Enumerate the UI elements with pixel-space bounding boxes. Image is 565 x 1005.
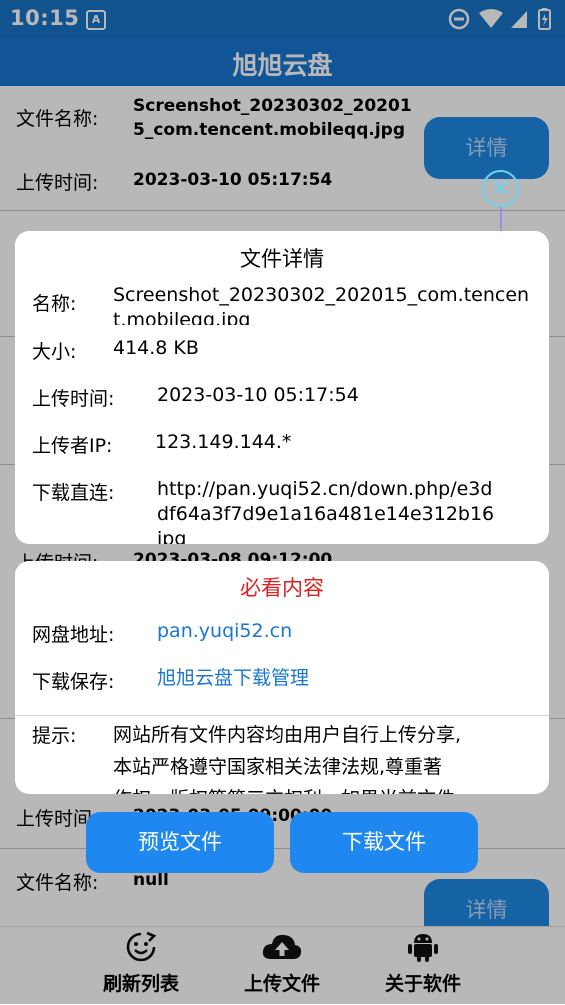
detail-name-label: 名称: [32, 293, 77, 315]
tip-line1: 网站所有文件内容均由用户自行上传分享, [113, 724, 462, 746]
notice-card: 必看内容 网盘地址: pan.yuqi52.cn 下载保存: 旭旭云盘下载管理 … [15, 561, 549, 794]
direct-link-line2: df64a3f7d9e1a16a481e14e312b16 [157, 503, 495, 525]
detail-name-line1: Screenshot_20230302_202015_com.tencen [113, 284, 530, 306]
detail-uploader-ip-label: 上传者IP: [32, 435, 113, 457]
tip-line2: 本站严格遵守国家相关法律法规,尊重著 [113, 756, 443, 778]
file-detail-title: 文件详情 [240, 247, 324, 271]
notice-divider [15, 715, 549, 716]
detail-name-line2: t.mobileqq.jpg [113, 309, 251, 325]
tip-line3: 作权、版权等第三方权利。如果当前文件 [113, 783, 543, 794]
detail-upload-time-value: 2023-03-10 05:17:54 [157, 384, 359, 406]
detail-size-label: 大小: [32, 341, 77, 363]
download-file-button[interactable]: 下载文件 [290, 812, 478, 873]
notice-site-link[interactable]: pan.yuqi52.cn [157, 619, 292, 644]
notice-tip-text: 网站所有文件内容均由用户自行上传分享, 本站严格遵守国家相关法律法规,尊重著 作… [113, 719, 543, 794]
close-button[interactable]: ✕ [482, 170, 519, 207]
notice-title: 必看内容 [240, 576, 324, 600]
detail-name-value: Screenshot_20230302_202015_com.tencen t.… [113, 283, 549, 325]
detail-uploader-ip-value: 123.149.144.* [155, 431, 292, 453]
direct-link-line3: jpg [157, 528, 187, 544]
preview-file-button[interactable]: 预览文件 [86, 812, 274, 873]
direct-link-line1: http://pan.yuqi52.cn/down.php/e3d [157, 478, 493, 500]
detail-direct-link-value[interactable]: http://pan.yuqi52.cn/down.php/e3d df64a3… [157, 477, 549, 544]
notice-save-link[interactable]: 旭旭云盘下载管理 [157, 666, 309, 691]
close-icon: ✕ [490, 174, 511, 202]
detail-upload-time-label: 上传时间: [32, 388, 115, 410]
notice-save-label: 下载保存: [32, 671, 115, 693]
detail-size-value: 414.8 KB [113, 337, 199, 359]
file-detail-card: 文件详情 名称: Screenshot_20230302_202015_com.… [15, 231, 549, 544]
notice-site-label: 网盘地址: [32, 624, 115, 646]
close-connector [500, 207, 502, 231]
notice-tip-label: 提示: [32, 725, 77, 747]
detail-direct-link-label: 下载直连: [32, 482, 115, 504]
